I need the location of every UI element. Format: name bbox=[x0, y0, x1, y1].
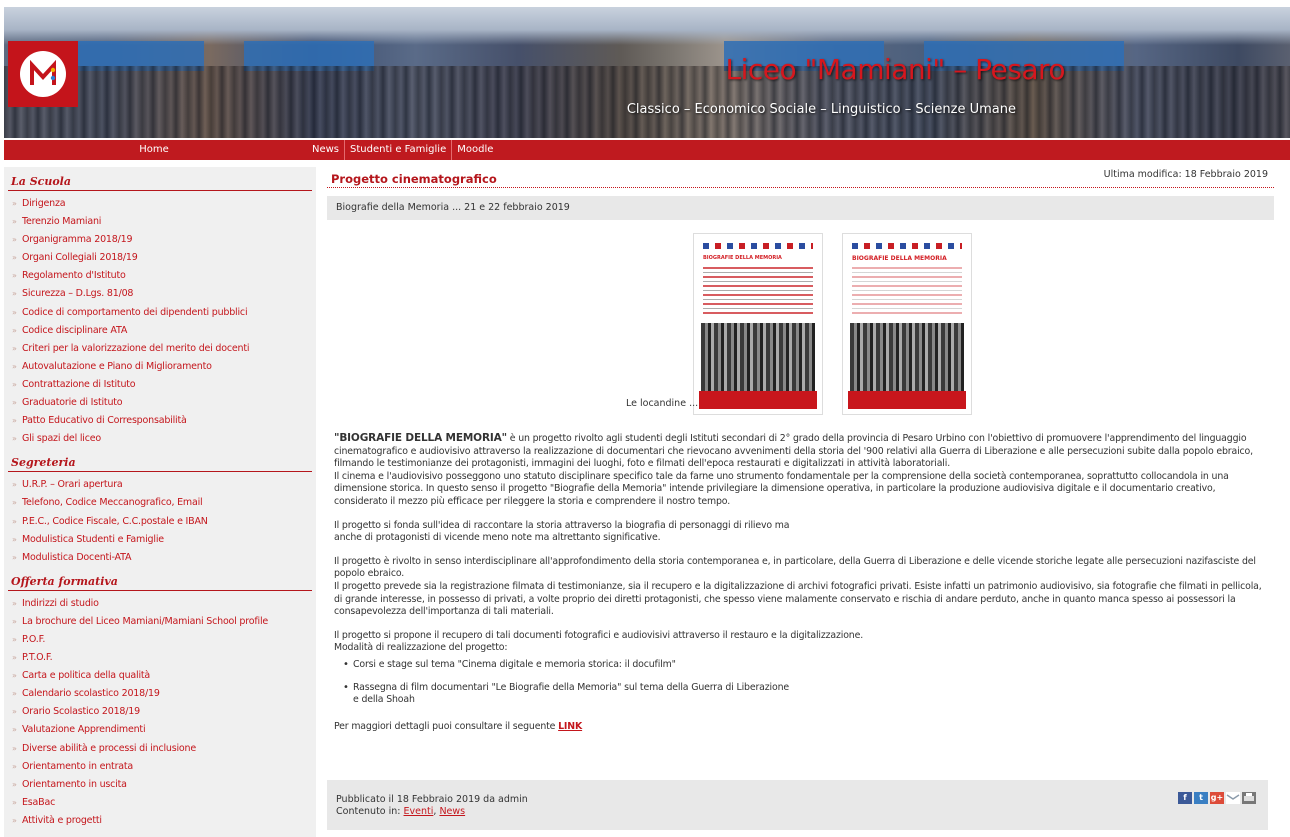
sidebar-section-la-scuola: La Scuola Dirigenza Terenzio Mamiani Org… bbox=[8, 167, 312, 448]
more-details-text: Per maggiori dettagli puoi consultare il… bbox=[334, 720, 559, 732]
sidebar-link[interactable]: Contrattazione di Istituto bbox=[8, 376, 312, 394]
site-subtitle: Classico – Economico Sociale – Linguisti… bbox=[626, 102, 1016, 117]
sidebar-link[interactable]: Terenzio Mamiani bbox=[8, 213, 312, 231]
poster-image[interactable]: BIOGRAFIE DELLA MEMORIA bbox=[842, 233, 972, 415]
paragraph-text: Il cinema e l'audiovisivo posseggono uno… bbox=[334, 470, 1229, 507]
banner-wall-decor bbox=[244, 41, 374, 71]
sidebar-section-title: Offerta formativa bbox=[8, 567, 312, 591]
sidebar-link[interactable]: Indirizzi di studio bbox=[8, 595, 312, 613]
list-item-text: e della Shoah bbox=[353, 694, 415, 706]
poster-caption: Le locandine ... bbox=[626, 398, 699, 409]
main-content: Progetto cinematografico Ultima modifica… bbox=[327, 167, 1274, 830]
nav-item-moodle[interactable]: Moodle bbox=[451, 140, 498, 160]
sidebar-link[interactable]: Criteri per la valorizzazione del merito… bbox=[8, 340, 312, 358]
sidebar-list: Indirizzi di studio La brochure del Lice… bbox=[8, 591, 312, 830]
paragraph: "BIOGRAFIE DELLA MEMORIA" è un progetto … bbox=[334, 432, 1267, 509]
post-meta: Pubblicato il 18 Febbraio 2019 da admin … bbox=[327, 780, 1268, 830]
sidebar-link[interactable]: Dirigenza bbox=[8, 195, 312, 213]
facebook-icon[interactable]: f bbox=[1178, 792, 1192, 804]
list-item-text: Rassegna di film documentari "Le Biograf… bbox=[353, 681, 789, 693]
paragraph: Per maggiori dettagli puoi consultare il… bbox=[334, 721, 1267, 734]
sidebar-link[interactable]: Calendario scolastico 2018/19 bbox=[8, 685, 312, 703]
print-icon[interactable] bbox=[1242, 792, 1256, 804]
site-title[interactable]: Liceo "Mamiani" – Pesaro bbox=[725, 53, 1065, 86]
paragraph-text: Il progetto è rivolto in senso interdisc… bbox=[334, 555, 1256, 580]
list-item: Rassegna di film documentari "Le Biograf… bbox=[343, 682, 1267, 707]
sidebar-link[interactable]: Attività e progetti bbox=[8, 812, 312, 830]
header-banner: Liceo "Mamiani" – Pesaro Classico – Econ… bbox=[4, 7, 1290, 138]
paragraph-text: Il progetto prevede sia la registrazione… bbox=[334, 580, 1262, 618]
sidebar: La Scuola Dirigenza Terenzio Mamiani Org… bbox=[4, 167, 316, 837]
sidebar-link[interactable]: Sicurezza – D.Lgs. 81/08 bbox=[8, 285, 312, 303]
sidebar-link[interactable]: Orientamento in entrata bbox=[8, 758, 312, 776]
sidebar-link[interactable]: Valutazione Apprendimenti bbox=[8, 721, 312, 739]
school-logo[interactable] bbox=[8, 41, 78, 107]
twitter-icon[interactable]: t bbox=[1194, 792, 1208, 804]
paragraph-text: Modalità di realizzazione del progetto: bbox=[334, 642, 508, 654]
nav-home[interactable]: Home bbox=[4, 140, 304, 160]
sidebar-link[interactable]: Gli spazi del liceo bbox=[8, 430, 312, 448]
modalities-list: Corsi e stage sul tema "Cinema digitale … bbox=[334, 659, 1267, 707]
sidebar-link[interactable]: Codice disciplinare ATA bbox=[8, 322, 312, 340]
sidebar-link[interactable]: Modulistica Docenti-ATA bbox=[8, 549, 312, 567]
paragraph: Il progetto si fonda sull'idea di raccon… bbox=[334, 520, 1267, 545]
sidebar-link[interactable]: Patto Educativo di Corresponsabilità bbox=[8, 412, 312, 430]
share-icons: f t g+ bbox=[1178, 792, 1256, 804]
published-info: Pubblicato il 18 Febbraio 2019 da admin bbox=[336, 794, 528, 805]
paragraph: Il progetto è rivolto in senso interdisc… bbox=[334, 556, 1267, 619]
paragraph: Il progetto si propone il recupero di ta… bbox=[334, 630, 1267, 655]
poster-image[interactable]: BIOGRAFIE DELLA MEMORIA bbox=[693, 233, 823, 415]
main-navbar: Home News Studenti e Famiglie Moodle bbox=[4, 140, 1290, 160]
sidebar-section-offerta-formativa: Offerta formativa Indirizzi di studio La… bbox=[8, 567, 312, 830]
nav-item-studenti-famiglie[interactable]: Studenti e Famiglie bbox=[344, 140, 451, 160]
post-header: Progetto cinematografico Ultima modifica… bbox=[327, 167, 1274, 188]
sidebar-link[interactable]: Autovalutazione e Piano di Miglioramento bbox=[8, 358, 312, 376]
categories: Contenuto in: Eventi, News bbox=[336, 806, 1259, 818]
category-link-news[interactable]: News bbox=[439, 806, 465, 817]
sidebar-list: Dirigenza Terenzio Mamiani Organigramma … bbox=[8, 191, 312, 448]
poster-heading: BIOGRAFIE DELLA MEMORIA bbox=[852, 255, 947, 262]
sidebar-link[interactable]: U.R.P. – Orari apertura bbox=[8, 476, 312, 494]
sidebar-section-segreteria: Segreteria U.R.P. – Orari apertura Telef… bbox=[8, 448, 312, 567]
sidebar-link[interactable]: Organi Collegiali 2018/19 bbox=[8, 249, 312, 267]
sidebar-link[interactable]: Graduatorie di Istituto bbox=[8, 394, 312, 412]
sidebar-link[interactable]: Diverse abilità e processi di inclusione bbox=[8, 740, 312, 758]
post-body: "BIOGRAFIE DELLA MEMORIA" è un progetto … bbox=[327, 418, 1274, 733]
sidebar-section-title: La Scuola bbox=[8, 167, 312, 191]
post-subtitle: Biografie della Memoria ... 21 e 22 febb… bbox=[327, 196, 1274, 220]
content-in-label: Contenuto in: bbox=[336, 806, 404, 817]
sidebar-link[interactable]: P.E.C., Codice Fiscale, C.C.postale e IB… bbox=[8, 513, 312, 531]
sidebar-link[interactable]: Carta e politica della qualità bbox=[8, 667, 312, 685]
details-link[interactable]: LINK bbox=[558, 721, 582, 732]
sidebar-list: U.R.P. – Orari apertura Telefono, Codice… bbox=[8, 472, 312, 566]
paragraph-text: Il progetto si propone il recupero di ta… bbox=[334, 629, 864, 641]
sidebar-link[interactable]: Codice di comportamento dei dipendenti p… bbox=[8, 304, 312, 322]
sidebar-link[interactable]: EsaBac bbox=[8, 794, 312, 812]
poster-gallery: BIOGRAFIE DELLA MEMORIA BIOGRAFIE DELLA … bbox=[327, 220, 1274, 418]
nav-items: News Studenti e Famiglie Moodle bbox=[307, 140, 498, 160]
sidebar-link[interactable]: Organigramma 2018/19 bbox=[8, 231, 312, 249]
sidebar-link[interactable]: Orientamento in uscita bbox=[8, 776, 312, 794]
paragraph-text: anche di protagonisti di vicende meno no… bbox=[334, 532, 661, 544]
last-modified: Ultima modifica: 18 Febbraio 2019 bbox=[1103, 169, 1268, 180]
category-link-eventi[interactable]: Eventi bbox=[404, 806, 434, 817]
sidebar-link[interactable]: Telefono, Codice Meccanografico, Email bbox=[8, 494, 312, 512]
nav-item-news[interactable]: News bbox=[307, 140, 344, 160]
sidebar-section-title: Segreteria bbox=[8, 448, 312, 473]
sidebar-link[interactable]: Orario Scolastico 2018/19 bbox=[8, 703, 312, 721]
project-name: "BIOGRAFIE DELLA MEMORIA" bbox=[334, 432, 507, 444]
sidebar-link[interactable]: Regolamento d'Istituto bbox=[8, 267, 312, 285]
email-icon[interactable] bbox=[1226, 792, 1240, 804]
poster-heading: BIOGRAFIE DELLA MEMORIA bbox=[703, 255, 782, 261]
list-item: Corsi e stage sul tema "Cinema digitale … bbox=[343, 659, 1267, 672]
list-item-text: Corsi e stage sul tema "Cinema digitale … bbox=[353, 658, 676, 670]
sidebar-link[interactable]: Modulistica Studenti e Famiglie bbox=[8, 531, 312, 549]
paragraph-text: Il progetto si fonda sull'idea di raccon… bbox=[334, 519, 790, 531]
sidebar-link[interactable]: P.T.O.F. bbox=[8, 649, 312, 667]
post-title[interactable]: Progetto cinematografico bbox=[331, 172, 497, 186]
sidebar-link[interactable]: La brochure del Liceo Mamiani/Mamiani Sc… bbox=[8, 613, 312, 631]
logo-emblem-icon bbox=[20, 51, 66, 97]
sidebar-link[interactable]: P.O.F. bbox=[8, 631, 312, 649]
google-plus-icon[interactable]: g+ bbox=[1210, 792, 1224, 804]
